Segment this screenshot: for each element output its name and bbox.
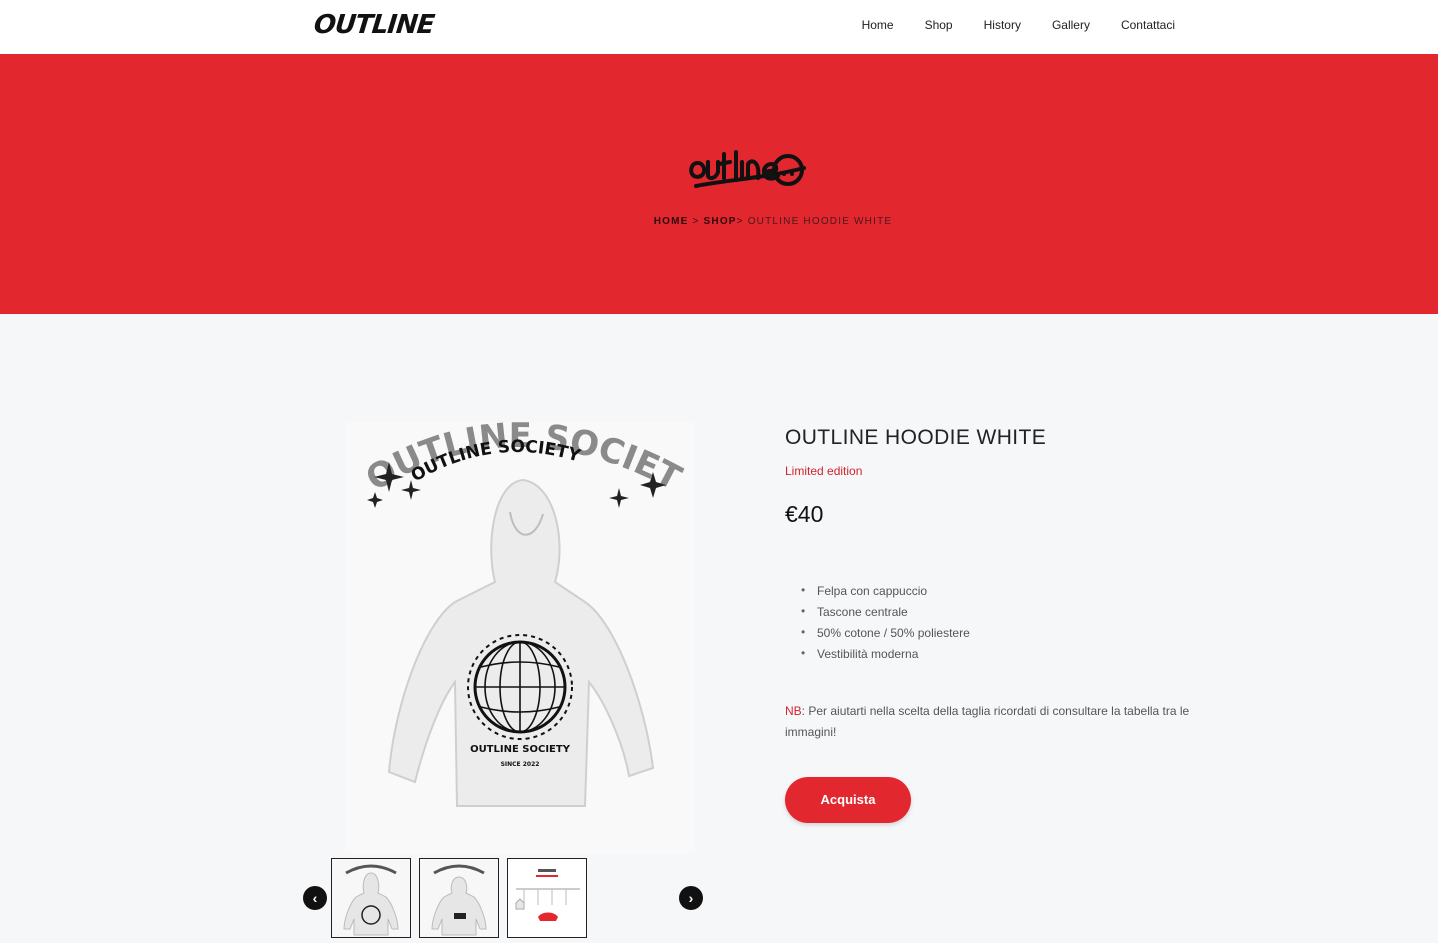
image-globe-text: OUTLINE SOCIETY <box>470 744 571 755</box>
nav-history[interactable]: History <box>984 18 1021 32</box>
thumbnail-hoodie-front[interactable] <box>419 858 499 938</box>
nav-shop[interactable]: Shop <box>925 18 953 32</box>
product-title: OUTLINE HOODIE WHITE <box>785 426 1047 449</box>
buy-button[interactable]: Acquista <box>785 777 911 823</box>
product-info: OUTLINE HOODIE WHITE Limited edition €40… <box>785 426 1205 823</box>
thumbnail-strip <box>331 858 587 938</box>
image-since-text: SINCE 2022 <box>501 761 540 768</box>
breadcrumb-shop[interactable]: SHOP <box>704 216 737 227</box>
note-text: : Per aiutarti nella scelta della taglia… <box>785 704 1190 739</box>
hoodie-back-thumb-icon <box>332 859 410 937</box>
chevron-left-icon[interactable]: ‹ <box>303 886 327 910</box>
thumbnail-size-chart[interactable] <box>507 858 587 938</box>
product-main-image[interactable]: OUTLINE SOCIETY OUTLINE SOCIETY <box>345 422 695 854</box>
breadcrumb-separator: > <box>736 216 748 227</box>
feature-item: 50% cotone / 50% poliestere <box>801 625 1205 640</box>
edition-label: Limited edition <box>785 464 863 478</box>
size-note: NB: Per aiutarti nella scelta della tagl… <box>785 701 1205 743</box>
chevron-right-icon[interactable]: › <box>679 886 703 910</box>
product-price: €40 <box>785 501 824 527</box>
feature-list: Felpa con cappuccio Tascone centrale 50%… <box>785 583 1205 661</box>
note-label: NB <box>785 704 802 718</box>
feature-item: Felpa con cappuccio <box>801 583 1205 598</box>
breadcrumb-current: OUTLINE HOODIE WHITE <box>747 216 893 227</box>
hoodie-illustration-icon: OUTLINE SOCIETY OUTLINE SOCIETY <box>345 422 695 854</box>
size-chart-thumb-icon <box>508 859 586 937</box>
feature-item: Tascone centrale <box>801 604 1205 619</box>
graffiti-logo-icon <box>689 150 806 188</box>
breadcrumb: HOME > SHOP> OUTLINE HOODIE WHITE <box>54 216 1438 227</box>
hero-banner: HOME > SHOP> OUTLINE HOODIE WHITE <box>0 54 1438 314</box>
main-nav: Home Shop History Gallery Contattaci <box>831 18 1175 32</box>
thumbnail-hoodie-back[interactable] <box>331 858 411 938</box>
breadcrumb-separator: > <box>688 216 704 227</box>
product-gallery: OUTLINE SOCIETY OUTLINE SOCIETY <box>303 422 739 854</box>
feature-item: Vestibilità moderna <box>801 646 1205 661</box>
nav-contattaci[interactable]: Contattaci <box>1121 18 1175 32</box>
nav-gallery[interactable]: Gallery <box>1052 18 1090 32</box>
brand-logo[interactable]: OUTLINE <box>312 10 435 40</box>
top-navbar: OUTLINE Home Shop History Gallery Contat… <box>0 0 1438 54</box>
breadcrumb-home[interactable]: HOME <box>654 216 689 227</box>
hoodie-front-thumb-icon <box>420 859 498 937</box>
nav-home[interactable]: Home <box>862 18 894 32</box>
